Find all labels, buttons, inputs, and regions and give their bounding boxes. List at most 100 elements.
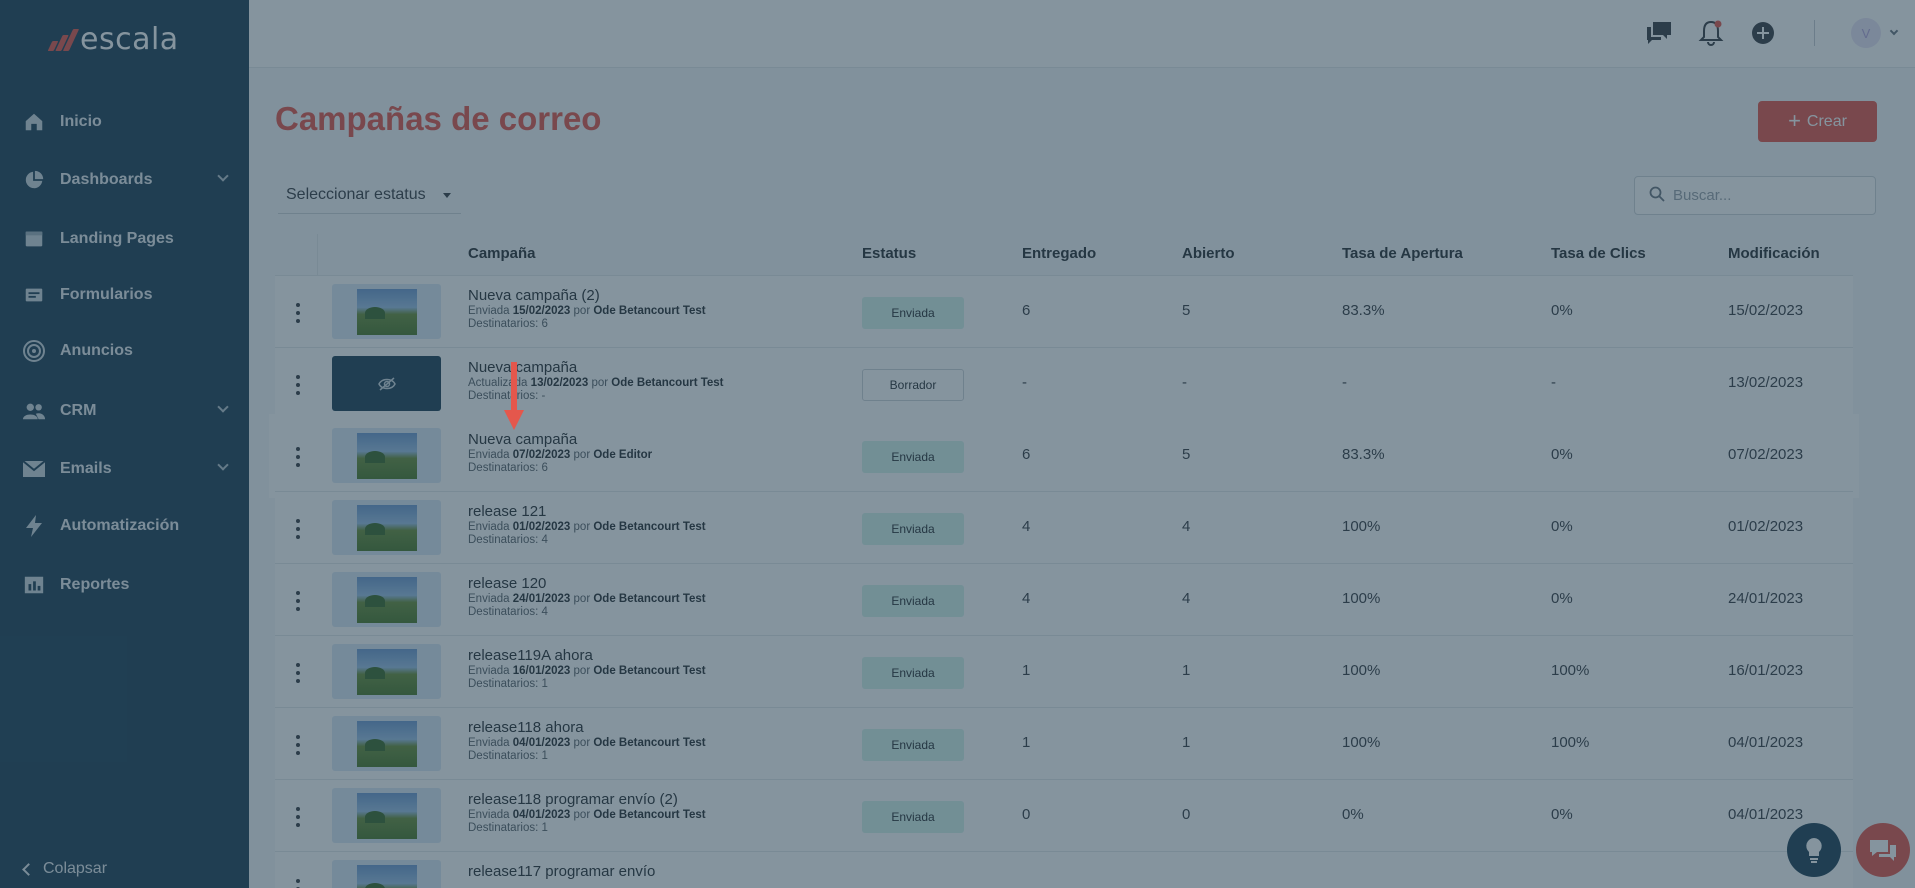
campaign-name[interactable]: release 120 <box>468 575 706 592</box>
campaign-name[interactable]: release 121 <box>468 503 706 520</box>
bell-icon[interactable] <box>1696 18 1726 48</box>
sidebar-item-automatizacion[interactable]: Automatización <box>0 506 249 546</box>
campaign-action: Enviada <box>468 737 510 749</box>
row-actions-kebab-icon[interactable] <box>295 663 301 683</box>
modified-date: 04/01/2023 <box>1728 806 1804 823</box>
campaign-thumbnail[interactable] <box>332 572 441 627</box>
status-filter-select[interactable]: Seleccionar estatus <box>278 176 461 214</box>
table-row[interactable]: Nueva campaña (2) Enviada 15/02/2023 por … <box>275 276 1853 348</box>
row-actions-kebab-icon[interactable] <box>295 447 301 467</box>
delivered-count: 4 <box>1022 518 1031 535</box>
sidebar-item-crm[interactable]: CRM <box>0 391 249 431</box>
avatar[interactable]: V <box>1851 18 1881 48</box>
campaign-author: Ode Editor <box>593 449 653 461</box>
campaign-sent-info: Enviada 15/02/2023 por Ode Betancourt Te… <box>468 305 706 317</box>
home-icon <box>22 110 46 134</box>
campaign-thumbnail-hidden[interactable] <box>332 356 441 411</box>
campaign-thumbnail[interactable] <box>332 428 441 483</box>
table-row[interactable]: release 120 Enviada 24/01/2023 por Ode Be… <box>275 564 1853 636</box>
campaign-thumbnail[interactable] <box>332 716 441 771</box>
sidebar-item-label: Landing Pages <box>60 230 174 247</box>
search-input[interactable] <box>1673 187 1863 204</box>
lightning-icon <box>22 514 46 538</box>
chevron-down-icon[interactable] <box>1889 26 1899 36</box>
campaign-name[interactable]: release118 programar envío (2) <box>468 791 706 808</box>
campaign-thumbnail[interactable] <box>332 788 441 843</box>
column-header-open-rate[interactable]: Tasa de Apertura <box>1342 245 1463 262</box>
sidebar-item-dashboards[interactable]: Dashboards <box>0 160 249 200</box>
table-row[interactable]: release118 programar envío (2) Enviada 04… <box>275 780 1853 852</box>
click-rate: 100% <box>1551 734 1590 751</box>
opened-count: - <box>1182 374 1187 391</box>
opened-count: 1 <box>1182 662 1191 679</box>
table-row[interactable]: release 121 Enviada 01/02/2023 por Ode Be… <box>275 492 1853 564</box>
column-header-click-rate[interactable]: Tasa de Clics <box>1551 245 1646 262</box>
campaign-thumbnail[interactable] <box>332 284 441 339</box>
table-row[interactable]: release118 ahora Enviada 04/01/2023 por O… <box>275 708 1853 780</box>
plus-icon: + <box>1788 107 1801 133</box>
search-box <box>1634 176 1876 215</box>
row-actions-kebab-icon[interactable] <box>295 807 301 827</box>
sidebar-item-emails[interactable]: Emails <box>0 449 249 489</box>
sidebar-item-label: CRM <box>60 402 97 419</box>
campaign-name[interactable]: Nueva campaña <box>468 431 652 448</box>
page-title: Campañas de correo <box>275 100 602 137</box>
column-header-opened[interactable]: Abierto <box>1182 245 1235 262</box>
campaign-name[interactable]: release118 ahora <box>468 719 706 736</box>
chat-bubbles-icon[interactable] <box>1644 18 1674 48</box>
row-actions-kebab-icon[interactable] <box>295 735 301 755</box>
campaign-by: por <box>573 665 591 677</box>
table-row[interactable]: release119A ahora Enviada 16/01/2023 por … <box>275 636 1853 708</box>
campaign-info: release 120 Enviada 24/01/2023 por Ode Be… <box>468 575 706 618</box>
sidebar-item-reportes[interactable]: Reportes <box>0 565 249 605</box>
row-actions-kebab-icon[interactable] <box>295 591 301 611</box>
campaign-date: 16/01/2023 <box>512 665 571 677</box>
column-header-delivered[interactable]: Entregado <box>1022 245 1096 262</box>
campaign-recipients: Destinatarios: 4 <box>468 606 548 618</box>
campaign-sent-info: Enviada 04/01/2023 por Ode Betancourt Te… <box>468 809 706 821</box>
status-badge: Enviada <box>862 297 964 329</box>
campaign-recipients: Destinatarios: 1 <box>468 678 548 690</box>
open-rate: - <box>1342 374 1347 391</box>
campaign-name[interactable]: Nueva campaña (2) <box>468 287 706 304</box>
add-circle-icon[interactable] <box>1748 18 1778 48</box>
campaign-thumbnail[interactable] <box>332 500 441 555</box>
click-rate: 0% <box>1551 806 1573 823</box>
campaign-name[interactable]: release117 programar envío <box>468 863 655 880</box>
campaign-preview-image <box>356 288 417 335</box>
sidebar-item-anuncios[interactable]: Anuncios <box>0 331 249 371</box>
sidebar-item-inicio[interactable]: Inicio <box>0 102 249 142</box>
lightbulb-icon <box>1806 838 1822 863</box>
modified-date: 04/01/2023 <box>1728 734 1804 751</box>
campaign-thumbnail[interactable] <box>332 860 441 888</box>
column-header-status[interactable]: Estatus <box>862 245 916 262</box>
row-actions-kebab-icon[interactable] <box>295 375 301 395</box>
campaign-thumbnail[interactable] <box>332 644 441 699</box>
campaign-by: por <box>573 809 591 821</box>
brand-logo[interactable]: escala <box>47 22 179 57</box>
chevron-down-icon <box>217 459 229 471</box>
status-badge: Enviada <box>862 585 964 617</box>
click-rate: 0% <box>1551 590 1573 607</box>
delivered-count: 6 <box>1022 302 1031 319</box>
campaign-author: Ode Betancourt Test <box>593 737 706 749</box>
row-actions-kebab-icon[interactable] <box>295 303 301 323</box>
table-row[interactable]: release117 programar envío <box>275 852 1853 888</box>
modified-date: 15/02/2023 <box>1728 302 1804 319</box>
create-campaign-button[interactable]: + Crear <box>1758 101 1877 142</box>
live-chat-button[interactable] <box>1856 823 1910 877</box>
tips-lightbulb-button[interactable] <box>1787 823 1841 877</box>
row-actions-kebab-icon[interactable] <box>295 519 301 539</box>
campaign-date: 04/01/2023 <box>512 809 571 821</box>
campaign-sent-info: Enviada 04/01/2023 por Ode Betancourt Te… <box>468 737 706 749</box>
sidebar-item-formularios[interactable]: Formularios <box>0 275 249 315</box>
column-header-modified[interactable]: Modificación <box>1728 245 1820 262</box>
modified-date: 01/02/2023 <box>1728 518 1804 535</box>
column-header-campaign[interactable]: Campaña <box>468 245 536 262</box>
campaign-name[interactable]: release119A ahora <box>468 647 706 664</box>
collapse-sidebar-button[interactable]: Colapsar <box>22 860 107 878</box>
row-actions-kebab-icon[interactable] <box>295 879 301 888</box>
sidebar-item-landing-pages[interactable]: Landing Pages <box>0 219 249 259</box>
campaign-info: release117 programar envío <box>468 863 655 880</box>
sidebar-item-label: Dashboards <box>60 171 153 188</box>
